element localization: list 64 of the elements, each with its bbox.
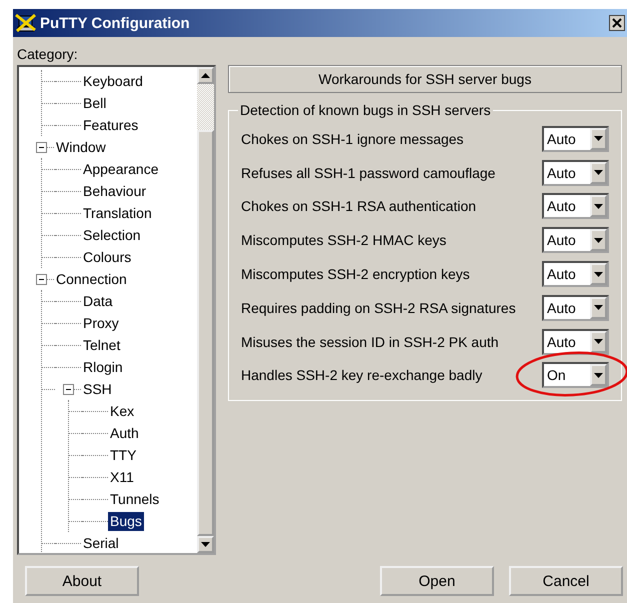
tree-item[interactable]: Telnet xyxy=(81,336,122,354)
down-triangle-icon[interactable] xyxy=(594,272,603,277)
down-triangle-icon[interactable] xyxy=(594,339,603,344)
dialog-button[interactable]: About xyxy=(25,566,139,596)
dropdown[interactable]: Auto xyxy=(542,160,609,186)
collapse-icon[interactable] xyxy=(63,384,74,394)
option-label: Chokes on SSH-1 ignore messages xyxy=(241,130,464,147)
close-icon[interactable] xyxy=(609,15,625,31)
tree-item[interactable]: Kex xyxy=(108,402,136,420)
collapse-icon[interactable] xyxy=(36,274,47,284)
option-label: Miscomputes SSH-2 HMAC keys xyxy=(241,232,446,248)
tree-item[interactable]: Data xyxy=(81,292,115,310)
option-label: Misuses the session ID in SSH-2 PK auth xyxy=(241,334,499,350)
scroll-thumb[interactable] xyxy=(197,130,214,536)
down-triangle-icon[interactable] xyxy=(594,372,603,378)
tree-item[interactable]: Appearance xyxy=(81,160,161,178)
scroll-up-button[interactable] xyxy=(197,67,214,84)
dropdown[interactable]: Auto xyxy=(542,193,609,220)
scroll-down-button[interactable] xyxy=(197,536,214,553)
tree-item[interactable]: Keyboard xyxy=(81,72,145,90)
tree-item[interactable]: Window xyxy=(54,138,108,156)
collapse-icon[interactable] xyxy=(36,142,47,152)
tree-item[interactable]: X11 xyxy=(108,468,136,486)
dropdown[interactable]: Auto xyxy=(542,294,609,321)
tree-item[interactable]: Proxy xyxy=(81,314,121,332)
tree-item[interactable]: Connection xyxy=(54,270,129,288)
tree-item[interactable]: Colours xyxy=(81,248,134,266)
window-title: PuTTY Configuration xyxy=(40,14,191,32)
tree-item[interactable]: Bell xyxy=(81,94,108,112)
dropdown[interactable]: Auto xyxy=(542,261,609,288)
option-label: Chokes on SSH-1 RSA authentication xyxy=(241,198,476,214)
tree-item[interactable]: TTY xyxy=(108,446,138,464)
tree-item[interactable]: Serial xyxy=(81,534,121,552)
dropdown[interactable]: Auto xyxy=(542,328,609,355)
option-label: Miscomputes SSH-2 encryption keys xyxy=(241,266,470,282)
down-triangle-icon[interactable] xyxy=(201,542,210,547)
down-triangle-icon[interactable] xyxy=(594,238,603,243)
dropdown[interactable]: Auto xyxy=(542,227,609,254)
dropdown[interactable]: On xyxy=(542,362,609,388)
tree-item[interactable]: Features xyxy=(81,116,140,134)
tree-item[interactable]: Bugs xyxy=(108,512,144,530)
tree-item[interactable]: Tunnels xyxy=(108,490,162,508)
option-label: Handles SSH-2 key re-exchange badly xyxy=(241,367,482,384)
dialog-button[interactable]: Open xyxy=(380,566,494,596)
computer-tools-icon xyxy=(15,13,37,33)
down-triangle-icon[interactable] xyxy=(594,136,603,142)
dropdown[interactable]: Auto xyxy=(542,126,609,152)
tree-item[interactable]: SSH xyxy=(81,380,114,398)
group-title: Detection of known bugs in SSH servers xyxy=(239,102,492,118)
tree-item[interactable]: Rlogin xyxy=(81,358,125,376)
up-triangle-icon[interactable] xyxy=(201,73,210,78)
option-label: Requires padding on SSH-2 RSA signatures xyxy=(241,300,516,316)
down-triangle-icon[interactable] xyxy=(594,170,603,176)
down-triangle-icon[interactable] xyxy=(594,204,603,209)
down-triangle-icon[interactable] xyxy=(594,305,603,310)
category-label: Category: xyxy=(17,45,79,64)
tree-item[interactable]: Auth xyxy=(108,424,141,442)
dialog-button[interactable]: Cancel xyxy=(509,566,623,596)
scrollbar[interactable] xyxy=(197,67,214,553)
option-label: Refuses all SSH-1 password camouflage xyxy=(241,164,496,181)
tree-item[interactable]: Selection xyxy=(81,226,143,244)
tree-item[interactable]: Translation xyxy=(81,204,154,222)
panel-title: Workarounds for SSH server bugs xyxy=(228,65,622,93)
tree-item[interactable]: Behaviour xyxy=(81,182,148,200)
